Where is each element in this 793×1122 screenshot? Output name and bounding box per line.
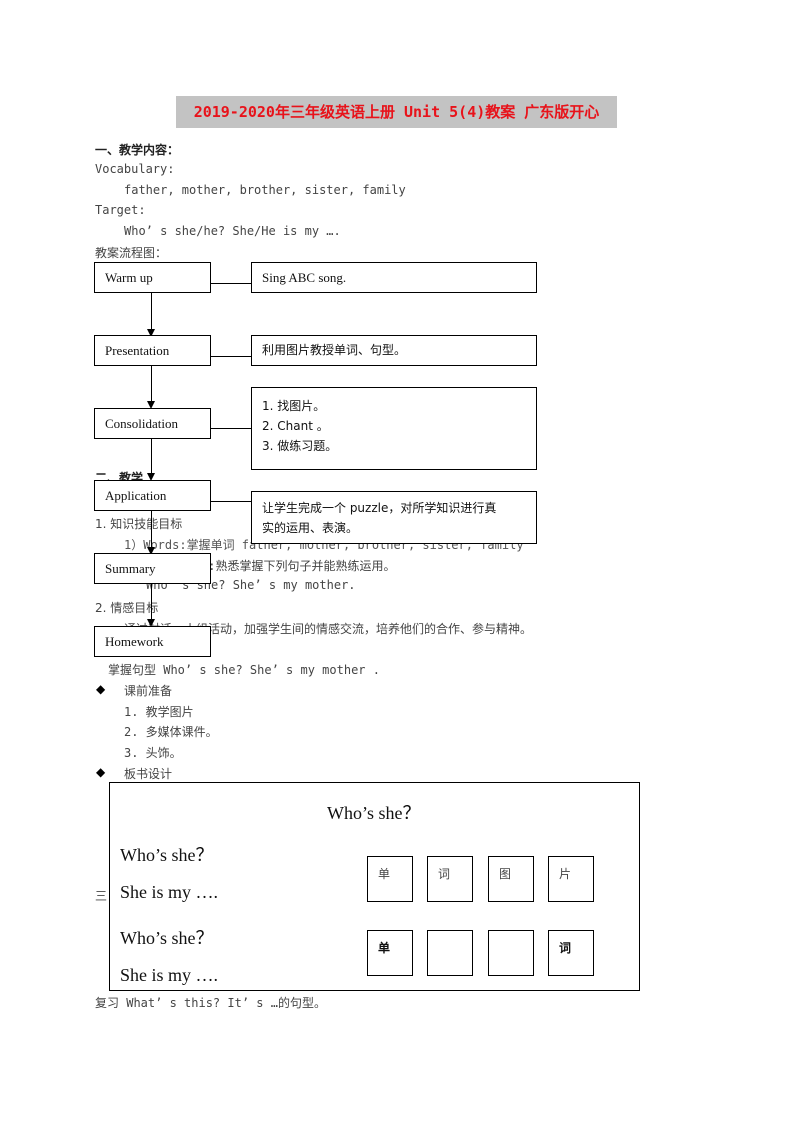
stage-homework: Homework xyxy=(94,626,211,657)
word-card xyxy=(488,930,534,976)
desc-warm-up: Sing ABC song. xyxy=(251,262,537,293)
board-line: She is my …. xyxy=(120,882,219,902)
vocab-words: father, mother, brother, sister, family xyxy=(124,183,406,197)
flow-connector xyxy=(151,584,152,620)
stage-warm-up: Warm up xyxy=(94,262,211,293)
flow-connector xyxy=(209,356,251,357)
stage-presentation: Presentation xyxy=(94,335,211,366)
board-line: Who’s she？ xyxy=(120,845,214,865)
diamond-bullet-icon: ◆ xyxy=(96,682,106,696)
goal-emotion: 2. 情感目标 xyxy=(95,601,159,615)
flow-connector xyxy=(209,283,251,284)
vocab-label: Vocabulary: xyxy=(95,162,175,176)
prep-item: 2. 多媒体课件。 xyxy=(124,725,218,739)
diamond-bullet-icon: ◆ xyxy=(96,765,106,779)
board-line: Who’s she？ xyxy=(120,928,214,948)
flow-connector xyxy=(151,439,152,474)
section3-heading: 三 xyxy=(95,889,108,903)
stage-application: Application xyxy=(94,480,211,511)
prep-item: 3. 头饰。 xyxy=(124,746,182,760)
desc-item: 2. Chant 。 xyxy=(262,419,329,433)
target-label: Target: xyxy=(95,203,146,217)
board-design-heading: 板书设计 xyxy=(124,767,173,781)
target-sentence: Who’ s she/he? She/He is my …. xyxy=(124,224,341,238)
desc-line: 让学生完成一个 puzzle，对所学知识进行真 xyxy=(262,501,497,515)
flow-label: 教案流程图： xyxy=(95,246,168,260)
word-card: 片 xyxy=(548,856,594,902)
document-title: 2019-2020年三年级英语上册 Unit 5(4)教案 广东版开心 xyxy=(176,96,617,128)
review-text: 复习 What’ s this? It’ s …的句型。 xyxy=(95,996,326,1010)
word-card: 词 xyxy=(427,856,473,902)
desc-consolidation: 1. 找图片。 2. Chant 。 3. 做练习题。 xyxy=(251,387,537,470)
flow-connector xyxy=(151,511,152,547)
desc-presentation: 利用图片教授单词、句型。 xyxy=(251,335,537,366)
desc-line: 实的运用、表演。 xyxy=(262,521,359,535)
desc-application: 让学生完成一个 puzzle，对所学知识进行真 实的运用、表演。 xyxy=(251,491,537,544)
stage-summary: Summary xyxy=(94,553,211,584)
board-title: Who’s she？ xyxy=(327,803,421,823)
flow-connector xyxy=(209,428,251,429)
flow-connector xyxy=(151,293,152,329)
word-card: 词 xyxy=(548,930,594,976)
prep-heading: 课前准备 xyxy=(124,684,173,698)
stage-consolidation: Consolidation xyxy=(94,408,211,439)
key-point: 掌握句型 Who’ s she? She’ s my mother . xyxy=(108,663,380,677)
blackboard-design: Who’s she？ Who’s she？ She is my …. Who’s… xyxy=(109,782,640,991)
word-card xyxy=(427,930,473,976)
desc-item: 3. 做练习题。 xyxy=(262,439,338,453)
flow-connector xyxy=(151,366,152,402)
word-card: 图 xyxy=(488,856,534,902)
flow-connector xyxy=(209,501,251,502)
prep-item: 1. 教学图片 xyxy=(124,705,194,719)
word-card: 单 xyxy=(367,856,413,902)
goal-knowledge: 1. 知识技能目标 xyxy=(95,517,183,531)
board-line: She is my …. xyxy=(120,965,219,985)
section1-heading: 一、教学内容： xyxy=(95,143,180,157)
word-card: 单 xyxy=(367,930,413,976)
desc-item: 1. 找图片。 xyxy=(262,399,326,413)
